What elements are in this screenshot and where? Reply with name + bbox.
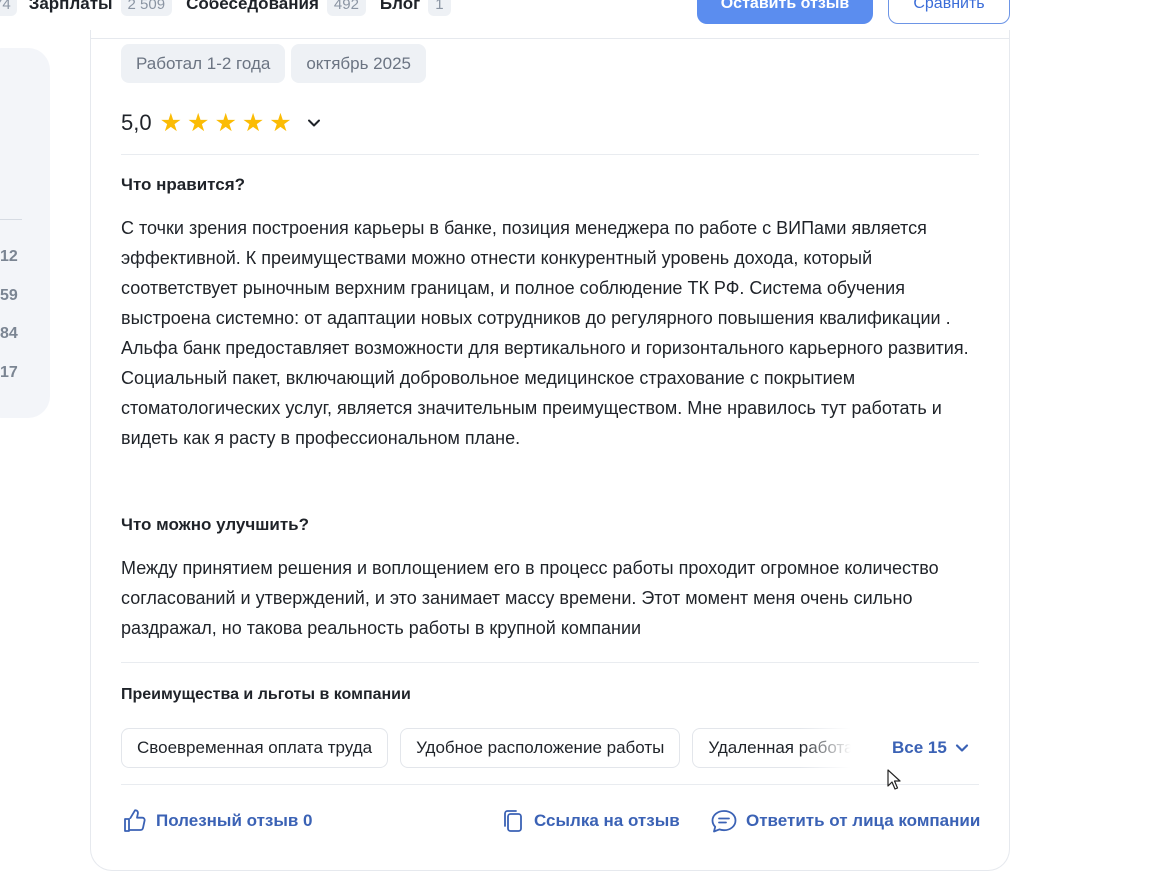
likes-heading: Что нравится? (121, 175, 246, 194)
star-icon: ★ (269, 108, 292, 137)
section-divider (121, 154, 979, 155)
nav-tab-blog[interactable]: Блог 1 (380, 0, 451, 16)
tenure-tag: Работал 1-2 года (121, 44, 286, 83)
nav-tab-label: Собеседования (186, 0, 319, 13)
nav-tab-count: 492 (326, 0, 366, 16)
chevron-down-icon (955, 744, 968, 752)
reply-label: Ответить от лица компании (746, 811, 981, 830)
sidebar-count: 17 (0, 364, 18, 381)
thumbs-up-icon (124, 809, 146, 832)
sidebar-count: 12 (0, 248, 18, 265)
review-actions: Полезный отзыв 0 Ссылка на отзыв Ответит… (0, 808, 1171, 838)
copy-link-label: Ссылка на отзыв (534, 811, 680, 830)
section-divider (121, 662, 979, 663)
perk-chip[interactable]: Своевременная оплата труда (121, 728, 389, 768)
date-tag: октябрь 2025 (291, 44, 426, 83)
star-icon: ★ (214, 108, 237, 137)
copy-link-icon (504, 810, 522, 832)
perks-fade (800, 728, 860, 768)
star-icon: ★ (241, 108, 265, 137)
section-divider (121, 784, 979, 785)
improve-text: Между принятием решения и воплощением ег… (121, 558, 939, 638)
compare-button[interactable]: Сравнить (888, 0, 1010, 24)
show-all-perks-button[interactable]: Все 15 (892, 738, 969, 758)
top-nav: 74 Зарплаты 2 509 Собеседования 492 Блог… (0, 0, 465, 22)
cursor-icon (887, 769, 901, 790)
copy-link-button[interactable]: Ссылка на отзыв (500, 808, 680, 834)
nav-tab-count: 2 509 (120, 0, 173, 16)
star-icon: ★ (159, 108, 183, 137)
sidebar-count: 59 (0, 287, 18, 304)
helpful-label: Полезный отзыв 0 (156, 811, 313, 830)
reply-as-company-button[interactable]: Ответить от лица компании (710, 808, 980, 834)
sidebar-card (0, 48, 50, 418)
helpful-button[interactable]: Полезный отзыв 0 (122, 808, 313, 834)
nav-tab-count: 1 (428, 0, 451, 16)
perks-list: Своевременная оплата труда Удобное распо… (121, 728, 851, 768)
nav-tab-salaries[interactable]: Зарплаты 2 509 (28, 0, 173, 16)
star-icon: ★ (187, 108, 210, 137)
show-all-label: Все 15 (892, 738, 947, 757)
nav-tab-label: Блог (379, 0, 421, 13)
perk-chip[interactable]: Удобное расположение работы (400, 728, 681, 768)
header-divider (90, 38, 1010, 39)
rating-row[interactable]: 5,0 ★ ★ ★ ★ ★ (121, 110, 321, 136)
leave-review-button[interactable]: Оставить отзыв (697, 0, 873, 24)
sidebar-divider (0, 219, 22, 220)
likes-text: С точки зрения построения карьеры в банк… (121, 218, 969, 448)
improve-heading: Что можно улучшить? (121, 515, 310, 534)
rating-value: 5,0 (121, 110, 152, 135)
nav-tab-label: Зарплаты (28, 0, 113, 13)
review-tags: Работал 1-2 года октябрь 2025 (121, 44, 426, 83)
perks-title: Преимущества и льготы в компании (121, 686, 411, 703)
nav-count: 74 (0, 0, 17, 16)
comment-icon (711, 810, 737, 833)
nav-tab-interviews[interactable]: Собеседования 492 (186, 0, 366, 16)
chevron-down-icon[interactable] (307, 116, 321, 130)
sidebar-count: 84 (0, 325, 18, 342)
